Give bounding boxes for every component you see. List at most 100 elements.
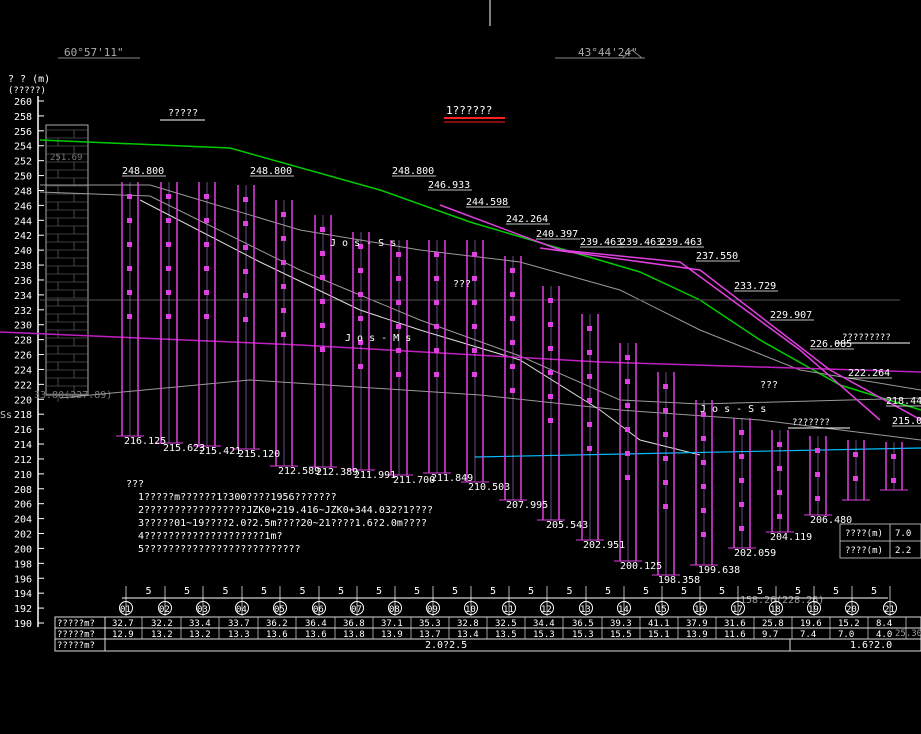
bottom-elevation-label: 198.358 (658, 575, 700, 586)
table-cell-row1: 41.1 (648, 619, 670, 629)
axis-tick-label: 212 (14, 455, 32, 466)
axis-tick-label: 190 (14, 619, 32, 630)
pile-number: 09 (427, 605, 438, 615)
spacing-value: 5 (567, 586, 573, 597)
axis-tick-label: 252 (14, 157, 32, 168)
table-cell-row1: 31.6 (724, 619, 746, 629)
anchor-marker (701, 484, 706, 489)
anchor-marker (891, 454, 896, 459)
table-cell-row2: 13.2 (151, 630, 173, 640)
table-row-label-3: ?????m? (57, 641, 95, 651)
anchor-marker (663, 456, 668, 461)
anchor-marker (777, 514, 782, 519)
anchor-marker (625, 475, 630, 480)
anchor-marker (625, 427, 630, 432)
anchor-marker (127, 266, 132, 271)
anchor-marker (587, 398, 592, 403)
anchor-marker (472, 276, 477, 281)
pile-number: 06 (313, 605, 324, 615)
anchor-marker (396, 300, 401, 305)
anchor-marker (281, 308, 286, 313)
axis-tick-label: 250 (14, 172, 32, 183)
bottom-elevation-label: 210.503 (468, 482, 510, 493)
anchor-marker (358, 292, 363, 297)
borehole-column: 251.69 33.80(227.89) (34, 124, 112, 402)
table-cell-row2: 7.0 (838, 630, 854, 640)
anchor-marker (320, 299, 325, 304)
table-cell-row1: 32.7 (112, 619, 134, 629)
bottom-elevation-label: 202.059 (734, 548, 776, 559)
axis-tick-label: 248 (14, 186, 32, 197)
anchor-marker (739, 454, 744, 459)
axis-tick-label: 232 (14, 306, 32, 317)
anchor-marker (548, 394, 553, 399)
bottom-elevation-label: 212.389 (316, 467, 358, 478)
anchor-marker (472, 348, 477, 353)
anchor-marker (281, 284, 286, 289)
anchor-marker (166, 218, 171, 223)
anchor-marker (625, 451, 630, 456)
bottom-elevation-label: 212.589 (278, 466, 320, 477)
pile-number: 19 (808, 605, 819, 615)
table-cell-row2: 13.5 (495, 630, 517, 640)
axis-tick-label: 202 (14, 530, 32, 541)
axis-tick-label: 236 (14, 276, 32, 287)
table-row3-right: 1.6?2.0 (850, 640, 892, 651)
anchor-marker (166, 242, 171, 247)
axis-tick-label: 224 (14, 365, 32, 376)
spacing-value: 5 (833, 586, 839, 597)
pile-number: 03 (197, 605, 208, 615)
axis-tick-label: 196 (14, 574, 32, 585)
bottom-elevation-label: 205.543 (546, 520, 588, 531)
pile-number: 18 (770, 605, 781, 615)
pile-number: 14 (618, 605, 629, 615)
spacing-value: 5 (528, 586, 534, 597)
axis-tick-label: 194 (14, 589, 32, 600)
anchor-marker (548, 370, 553, 375)
axis-tick-label: 206 (14, 500, 32, 511)
axis-sub: (?????) (8, 86, 46, 96)
spacing-value: 5 (261, 586, 267, 597)
bottom-elevation-label: 211.991 (354, 470, 396, 481)
axis-unit: ? ? (m) (8, 74, 50, 85)
anchor-marker (320, 251, 325, 256)
bottom-elevation-label: 202.951 (583, 540, 625, 551)
spacing-value: 5 (452, 586, 458, 597)
axis-tick-label: 240 (14, 246, 32, 257)
legend-val-1: 7.0 (895, 529, 911, 539)
anchor-marker (434, 324, 439, 329)
anchor-marker (243, 197, 248, 202)
anchor-marker (548, 322, 553, 327)
anchor-marker (281, 332, 286, 337)
table-cell-row2: 4.0 (876, 630, 892, 640)
anchor-marker (663, 408, 668, 413)
spacing-value: 5 (871, 586, 877, 597)
anchor-marker (472, 324, 477, 329)
anchor-marker (548, 298, 553, 303)
table-cell-row2: 13.4 (457, 630, 479, 640)
table-cell-row1: 32.2 (151, 619, 173, 629)
anchor-marker (777, 442, 782, 447)
anchor-marker (739, 526, 744, 531)
anchor-marker (243, 245, 248, 250)
anchor-marker (396, 372, 401, 377)
axis-tick-label: 216 (14, 425, 32, 436)
jos-ms-label: J o s - M s (345, 333, 411, 344)
table-cell-row2: 11.6 (724, 630, 746, 640)
anchor-marker (434, 252, 439, 257)
anchor-marker (434, 348, 439, 353)
table-cell-row1: 36.5 (572, 619, 594, 629)
anchor-marker (548, 418, 553, 423)
pile-number: 05 (274, 605, 285, 615)
anchor-marker (625, 379, 630, 384)
anchor-marker (663, 504, 668, 509)
table-cell-row2: 12.9 (112, 630, 134, 640)
spacing-value: 5 (795, 586, 801, 597)
axis-tick-label: 226 (14, 351, 32, 362)
anchor-marker (510, 388, 515, 393)
cad-drawing-canvas[interactable]: 60°57'11" 43°44'24" 1?????? ? ? (m) (???… (0, 0, 921, 734)
spacing-value: 5 (719, 586, 725, 597)
anchor-marker (243, 221, 248, 226)
jos-ss-right-label: J o s - S s (700, 404, 766, 415)
table-cell-row1: 36.8 (343, 619, 365, 629)
